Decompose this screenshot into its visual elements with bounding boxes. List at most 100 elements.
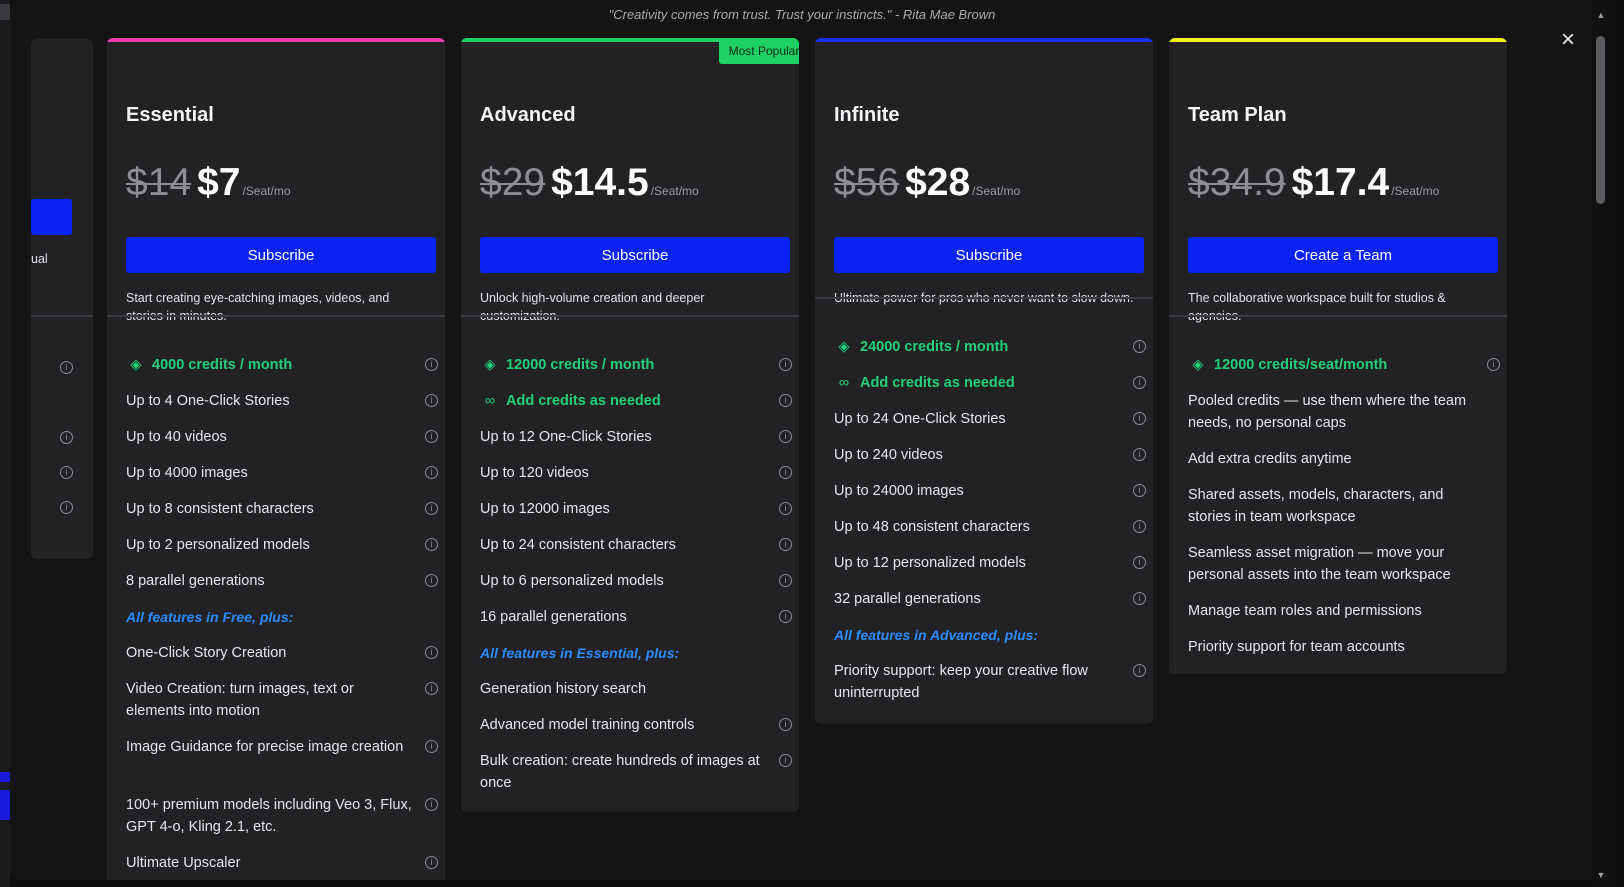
info-icon[interactable]: i [425, 856, 438, 869]
feature-text: Up to 4000 images [126, 465, 248, 481]
feature-text: Seamless asset migration — move your per… [1188, 545, 1451, 583]
feature-item: Up to 120 videos i [480, 462, 792, 498]
info-icon[interactable]: i [779, 430, 792, 443]
price-row: $34.9 $17.4 /Seat/mo [1188, 161, 1439, 205]
feature-text: Up to 12000 images [480, 501, 610, 517]
feature-text: Add credits as needed [506, 393, 661, 409]
close-icon[interactable]: × [1556, 28, 1580, 52]
free-plan-button[interactable] [31, 199, 72, 235]
info-icon[interactable]: i [779, 358, 792, 371]
feature-item: 100+ premium models including Veo 3, Flu… [126, 794, 438, 852]
info-icon[interactable]: i [425, 740, 438, 753]
info-icon[interactable]: i [425, 358, 438, 371]
subscribe-button[interactable]: Subscribe [480, 237, 790, 273]
feature-item: Up to 6 personalized models i [480, 570, 792, 606]
info-icon[interactable]: i [425, 394, 438, 407]
original-price: $34.9 [1188, 161, 1286, 204]
info-icon[interactable]: i [779, 718, 792, 731]
feature-text: Up to 12 personalized models [834, 555, 1026, 571]
info-icon[interactable]: i [779, 394, 792, 407]
feature-item: Priority support: keep your creative flo… [834, 660, 1146, 718]
info-icon[interactable]: i [779, 754, 792, 767]
plan-card-essential: Essential $14 $7 /Seat/mo Subscribe Start… [107, 38, 445, 880]
info-icon[interactable]: i [425, 798, 438, 811]
info-icon[interactable]: i [1133, 376, 1146, 389]
discounted-price: $14.5 [551, 161, 649, 204]
info-icon[interactable]: i [779, 574, 792, 587]
feature-text: Priority support for team accounts [1188, 639, 1405, 655]
info-icon[interactable]: i [1133, 448, 1146, 461]
info-icon[interactable]: i [425, 466, 438, 479]
info-icon[interactable]: i [779, 610, 792, 623]
diamond-icon: ◈ [1192, 357, 1204, 373]
info-icon[interactable]: i [425, 682, 438, 695]
feature-text: Up to 240 videos [834, 447, 943, 463]
feature-text: 8 parallel generations [126, 573, 265, 589]
info-icon[interactable]: i [425, 646, 438, 659]
plan-card-team-plan: Team Plan $34.9 $17.4 /Seat/mo Create a … [1169, 38, 1507, 674]
plan-description: The collaborative workspace built for st… [1188, 291, 1446, 323]
info-icon[interactable]: i [779, 502, 792, 515]
diamond-icon: ◈ [130, 357, 142, 373]
subscribe-button[interactable]: Subscribe [126, 237, 436, 273]
info-icon[interactable]: i [1133, 664, 1146, 677]
feature-text: 4000 credits / month [152, 357, 293, 373]
info-icon[interactable]: i [60, 431, 73, 444]
plan-name: Essential [126, 104, 214, 126]
plan-accent-bar [107, 38, 445, 42]
feature-item: Up to 12 One-Click Stories i [480, 426, 792, 462]
original-price: $29 [480, 161, 546, 204]
pricing-modal: "Creativity comes from trust. Trust your… [10, 0, 1594, 880]
feature-text: 32 parallel generations [834, 591, 981, 607]
info-icon[interactable]: i [1133, 412, 1146, 425]
plus-features-heading: All features in Essential, plus: [480, 645, 680, 661]
plus-features-heading: All features in Advanced, plus: [834, 627, 1039, 643]
info-icon[interactable]: i [1133, 340, 1146, 353]
info-icon[interactable]: i [60, 501, 73, 514]
plan-card-advanced: Most Popular Advanced $29 $14.5 /Seat/mo … [461, 38, 799, 812]
feature-item: ◈ 12000 credits / month i [480, 354, 792, 390]
info-icon[interactable]: i [1133, 520, 1146, 533]
scroll-down-arrow-icon[interactable]: ▼ [1596, 870, 1606, 880]
info-icon[interactable]: i [425, 574, 438, 587]
plan-accent-bar [815, 38, 1153, 42]
feature-item: 8 parallel generations i [126, 570, 438, 606]
feature-text: Up to 120 videos [480, 465, 589, 481]
info-icon[interactable]: i [60, 361, 73, 374]
feature-text: Manage team roles and permissions [1188, 603, 1422, 619]
info-icon[interactable]: i [779, 538, 792, 551]
info-icon[interactable]: i [425, 538, 438, 551]
info-icon[interactable]: i [425, 430, 438, 443]
info-icon[interactable]: i [425, 502, 438, 515]
feature-text: Up to 2 personalized models [126, 537, 310, 553]
info-icon[interactable]: i [60, 466, 73, 479]
plan-name: Team Plan [1188, 104, 1287, 126]
infinity-icon: ∞ [484, 393, 496, 409]
scroll-thumb[interactable] [1596, 36, 1605, 204]
feature-item: Up to 4 One-Click Stories i [126, 390, 438, 426]
scroll-up-arrow-icon[interactable]: ▲ [1596, 10, 1606, 20]
feature-item: Manage team roles and permissions [1188, 600, 1500, 636]
info-icon[interactable]: i [779, 466, 792, 479]
feature-text: Up to 6 personalized models [480, 573, 664, 589]
feature-item: Up to 40 videos i [126, 426, 438, 462]
plan-name: Infinite [834, 104, 900, 126]
info-icon[interactable]: i [1133, 484, 1146, 497]
create-team-button[interactable]: Create a Team [1188, 237, 1498, 273]
quote-text: "Creativity comes from trust. Trust your… [608, 7, 996, 22]
discounted-price: $28 [905, 161, 971, 204]
feature-text: Bulk creation: create hundreds of images… [480, 753, 760, 791]
feature-item: Add extra credits anytime [1188, 448, 1500, 484]
feature-text: Generation history search [480, 681, 647, 697]
feature-item: ∞ Add credits as needed i [480, 390, 792, 426]
subscribe-button[interactable]: Subscribe [834, 237, 1144, 273]
feature-item: Ultimate Upscaler i [126, 852, 438, 880]
feature-text: Add extra credits anytime [1188, 451, 1352, 467]
info-icon[interactable]: i [1133, 556, 1146, 569]
info-icon[interactable]: i [1487, 358, 1500, 371]
scrollbar[interactable]: ▲ ▼ [1592, 0, 1610, 887]
info-icon[interactable]: i [1133, 592, 1146, 605]
plan-card-infinite: Infinite $56 $28 /Seat/mo SubscribeUltim… [815, 38, 1153, 724]
plan-accent-bar [1169, 38, 1507, 42]
original-price: $14 [126, 161, 192, 204]
